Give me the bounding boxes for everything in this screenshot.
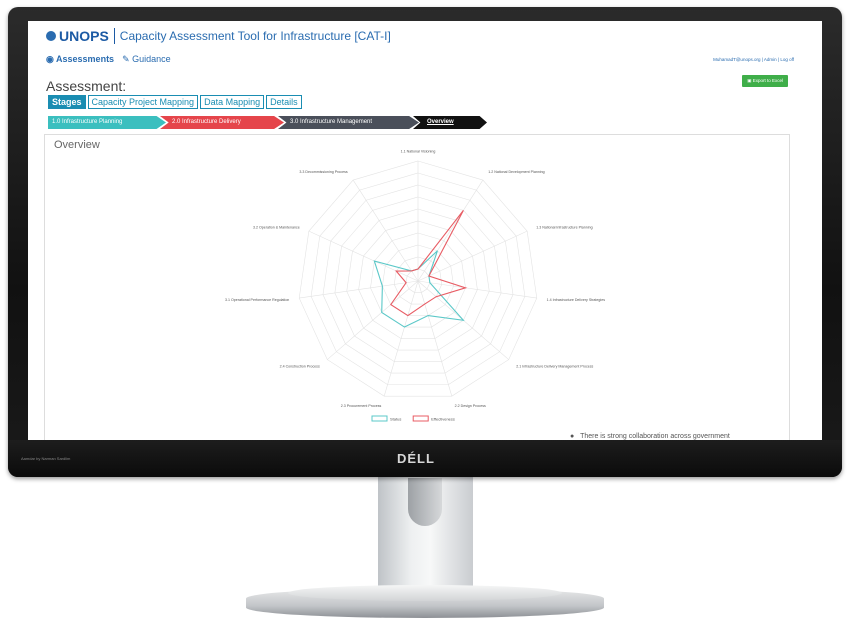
nav-guidance[interactable]: ✎ Guidance <box>122 54 171 65</box>
radar-axis-label: 3.3 Decommissioning Process <box>299 170 348 174</box>
user-links: MuhamadT@unops.org | Admin | Log off <box>713 57 794 62</box>
radar-axis-label: 1.1 National Visioning <box>401 150 436 154</box>
radar-axis-label: 1.2 National Development Planning <box>488 170 544 174</box>
radar-axis-label: 3.2 Operation & Maintenance <box>253 225 300 229</box>
legend-swatch-effectiveness <box>412 415 429 422</box>
admin-link[interactable]: Admin <box>764 57 777 62</box>
legend-swatch-status <box>371 415 388 422</box>
nav-assessments[interactable]: ◉ Assessments <box>46 54 114 65</box>
tab-data-mapping[interactable]: Data Mapping <box>200 95 265 109</box>
radar-chart: 1.1 National Visioning 1.2 National Devel… <box>225 150 606 422</box>
summary-bullet-text: There is strong collaboration across gov… <box>580 433 730 440</box>
export-label: Export to Excel <box>752 78 783 83</box>
tab-capacity-project-mapping[interactable]: Capacity Project Mapping <box>87 95 199 109</box>
app-logo[interactable]: UNOPS <box>46 28 109 44</box>
radar-axis-label: 1.4 Infrastructure Delivery Strategies <box>547 298 606 302</box>
radar-series-effectiveness <box>390 209 468 317</box>
tab-details[interactable]: Details <box>266 95 302 109</box>
app-screen: UNOPS Capacity Assessment Tool for Infra… <box>28 21 822 440</box>
header-divider <box>113 28 115 44</box>
step-infrastructure-planning[interactable]: 1.0 Infrastructure Planning <box>48 116 166 129</box>
monitor-stand-cutout <box>408 478 442 526</box>
radar-axis-line <box>299 280 419 299</box>
monitor-brand-logo: DÉLL <box>397 451 435 466</box>
export-excel-button[interactable]: ▣ Export to Excel <box>742 75 788 87</box>
monitor-caption: Aamdar by Narman Sardlim <box>21 456 71 461</box>
app-title: Capacity Assessment Tool for Infrastruct… <box>119 29 391 43</box>
radar-axis-label: 1.3 National Infrastructure Planning <box>536 225 592 229</box>
step-infrastructure-delivery[interactable]: 2.0 Infrastructure Delivery <box>160 116 284 129</box>
nav-guidance-label: Guidance <box>132 54 171 64</box>
logoff-link[interactable]: Log off <box>780 57 794 62</box>
step-infrastructure-management[interactable]: 3.0 Infrastructure Management <box>278 116 419 129</box>
radar-axis-label: 3.1 Operational Performance Regulation <box>225 298 289 302</box>
monitor-stand-base-top <box>288 585 562 601</box>
page-title: Assessment: <box>46 78 127 94</box>
un-emblem-icon <box>46 31 56 41</box>
nav-assessments-label: Assessments <box>56 54 115 64</box>
user-email-link[interactable]: MuhamadT@unops.org <box>713 57 760 62</box>
summary-bullet: ● There is strong collaboration across g… <box>570 433 730 440</box>
tab-stages[interactable]: Stages <box>48 95 86 109</box>
stage-tabs: Stages Capacity Project Mapping Data Map… <box>48 95 302 109</box>
radar-axis-label: 2.2 Design Process <box>455 404 486 408</box>
app-header: UNOPS Capacity Assessment Tool for Infra… <box>28 21 822 51</box>
legend-label-status: Status <box>390 417 401 422</box>
radar-axis-label: 2.1 Infrastructure Delivery Management P… <box>516 365 593 369</box>
legend-label-effectiveness: Effectiveness <box>431 417 455 422</box>
main-nav: ◉ Assessments ✎ Guidance <box>46 54 171 65</box>
overview-panel: Overview 1.1 National Visioning 1.2 Natio… <box>44 134 790 440</box>
radar-axis-label: 2.4 Construction Process <box>280 365 320 369</box>
step-overview[interactable]: Overview <box>413 116 487 129</box>
logo-text: UNOPS <box>59 28 109 44</box>
radar-axis-label: 2.3 Procurement Process <box>341 404 382 408</box>
